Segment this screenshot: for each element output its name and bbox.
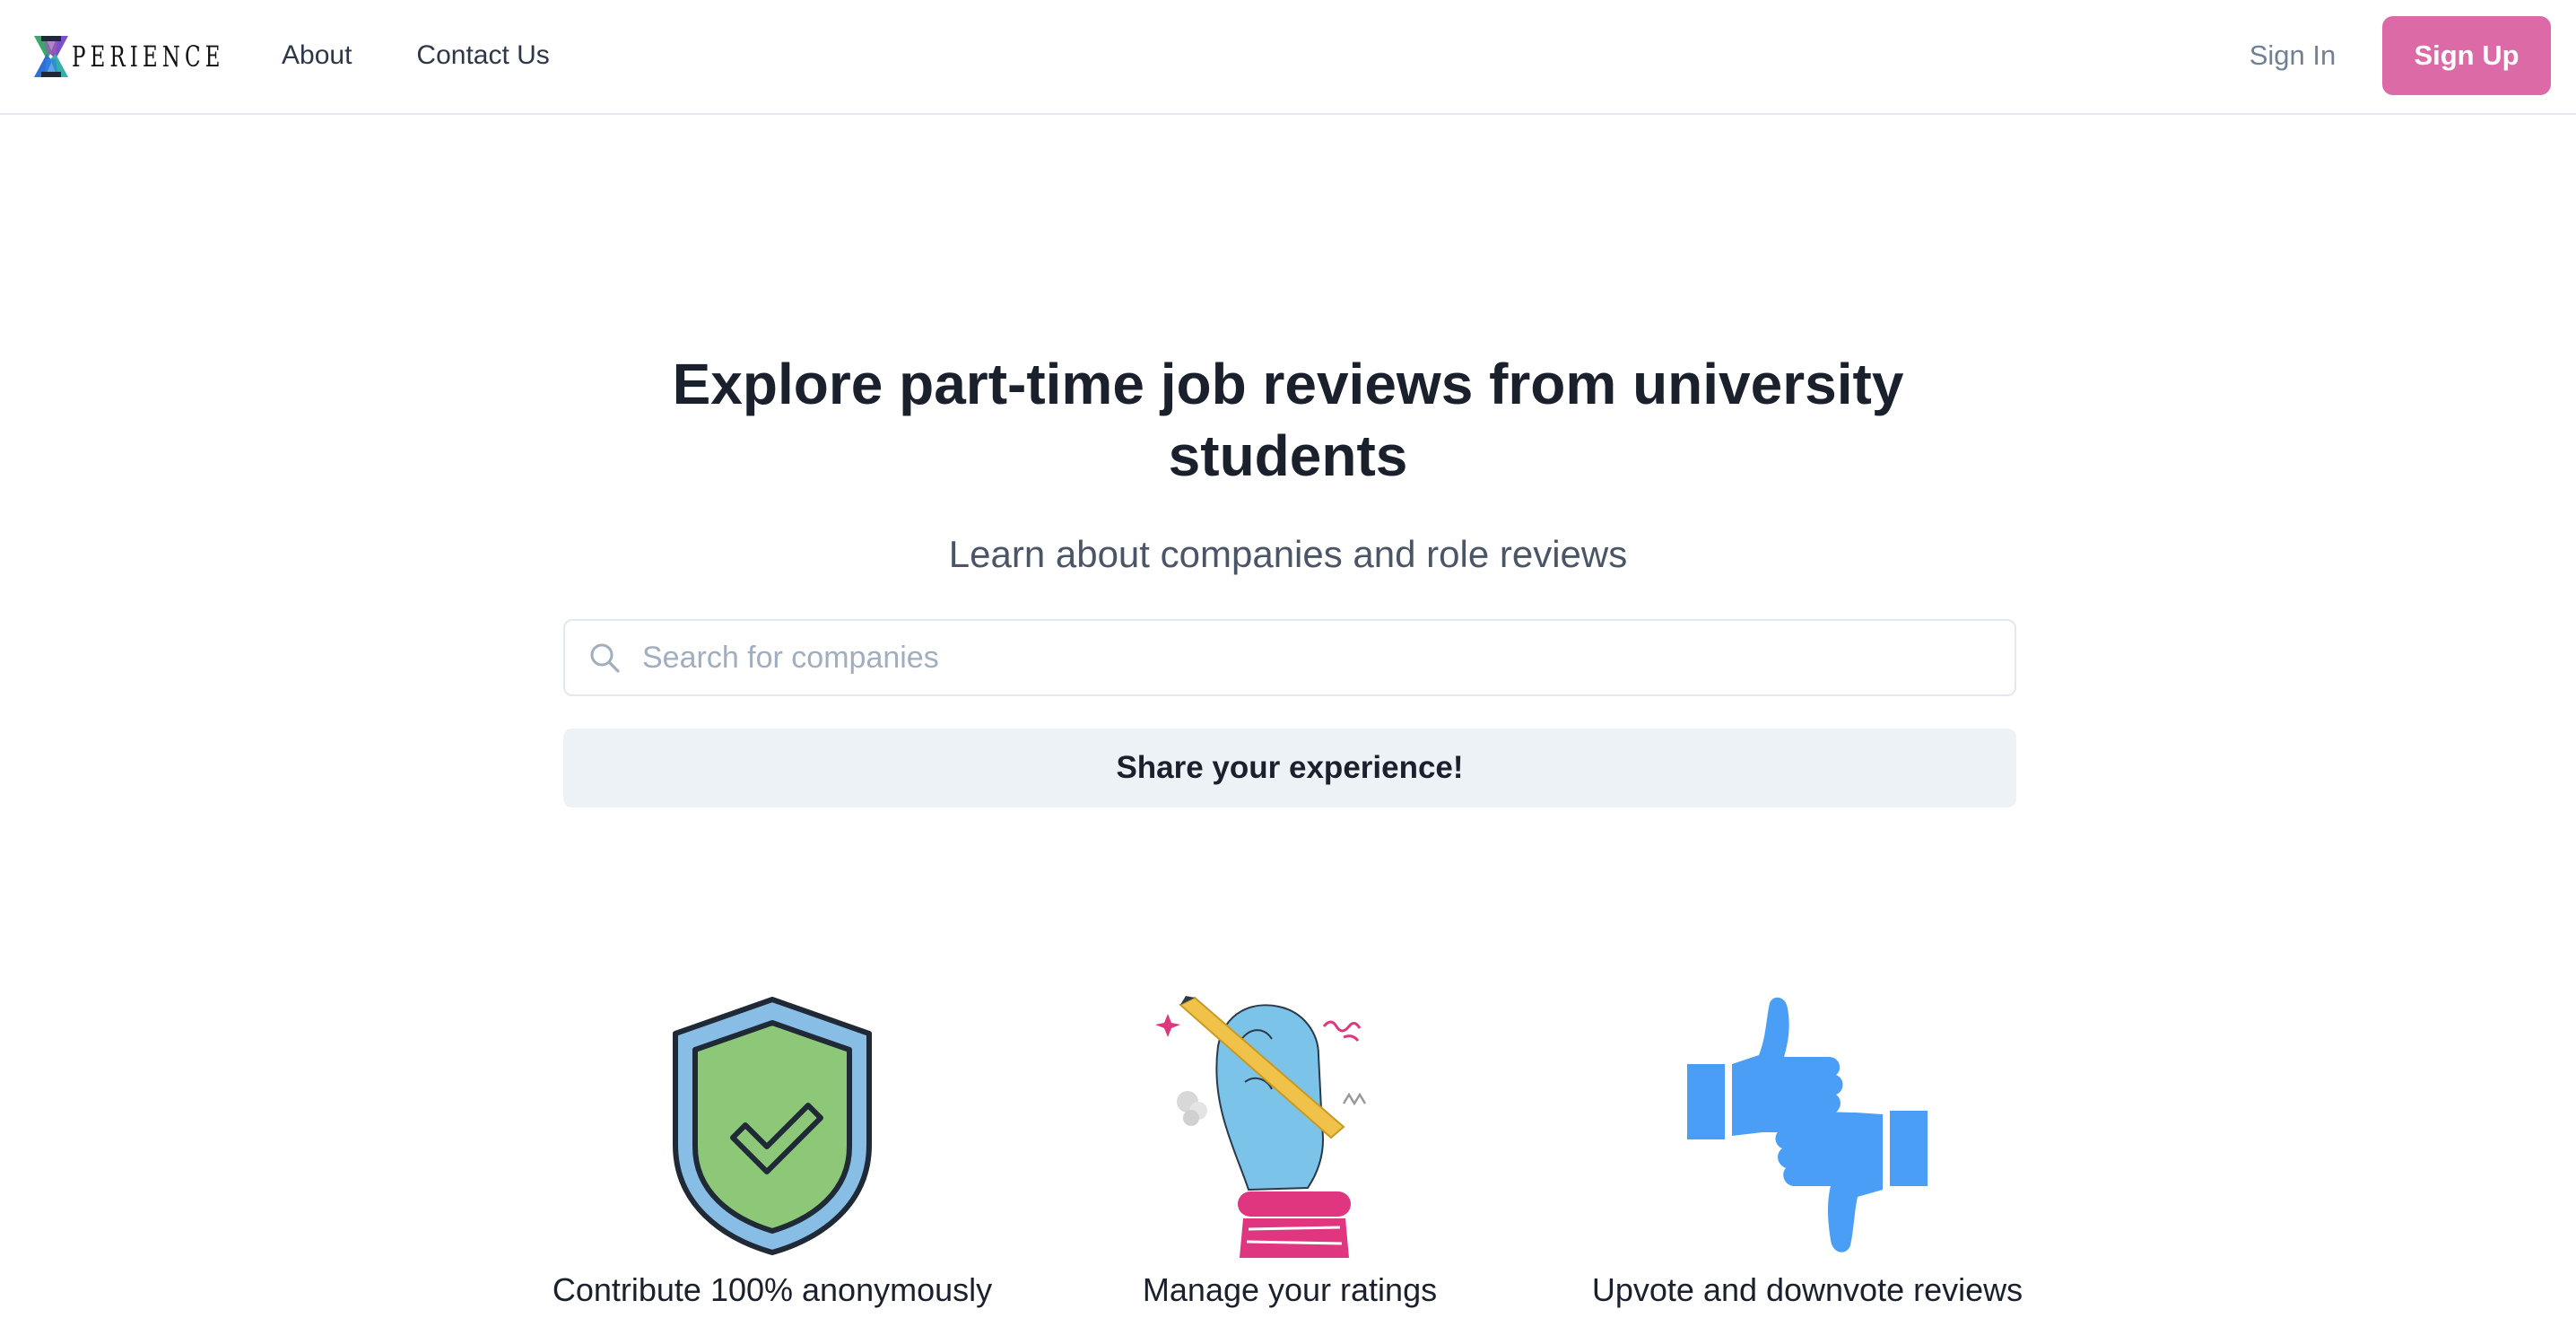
feature-caption: Contribute 100% anonymously: [552, 1271, 993, 1308]
navbar: PERIENCE About Contact Us Sign In Sign U…: [0, 0, 2576, 115]
search-icon: [590, 643, 620, 673]
page: PERIENCE About Contact Us Sign In Sign U…: [0, 0, 2576, 1344]
sign-in-link[interactable]: Sign In: [2233, 0, 2352, 111]
shield-check-icon: [673, 997, 872, 1255]
hero-subtitle: Learn about companies and role reviews: [948, 533, 1628, 575]
thumbs-up-down-icon: [1687, 997, 1928, 1252]
share-experience-button[interactable]: Share your experience!: [563, 729, 2016, 807]
hand-writing-icon: [1155, 996, 1367, 1258]
search-box[interactable]: [563, 619, 2016, 696]
feature-voting: Upvote and downvote reviews: [1529, 987, 2085, 1328]
nav-contact-link[interactable]: Contact Us: [416, 40, 549, 71]
nav-links: About Contact Us: [282, 0, 550, 111]
xperience-logo-icon: [34, 36, 68, 77]
feature-ratings: Manage your ratings: [1012, 987, 1568, 1328]
logo-text: PERIENCE: [72, 39, 225, 74]
sign-up-button[interactable]: Sign Up: [2382, 16, 2551, 95]
feature-anonymous: Contribute 100% anonymously: [494, 987, 1050, 1328]
logo[interactable]: PERIENCE: [32, 34, 284, 79]
nav-about-link[interactable]: About: [282, 40, 352, 71]
search-input[interactable]: [642, 631, 1970, 685]
feature-caption: Upvote and downvote reviews: [1591, 1271, 2023, 1308]
feature-caption: Manage your ratings: [1142, 1271, 1438, 1308]
hero-title: Explore part-time job reviews from unive…: [672, 352, 1904, 488]
